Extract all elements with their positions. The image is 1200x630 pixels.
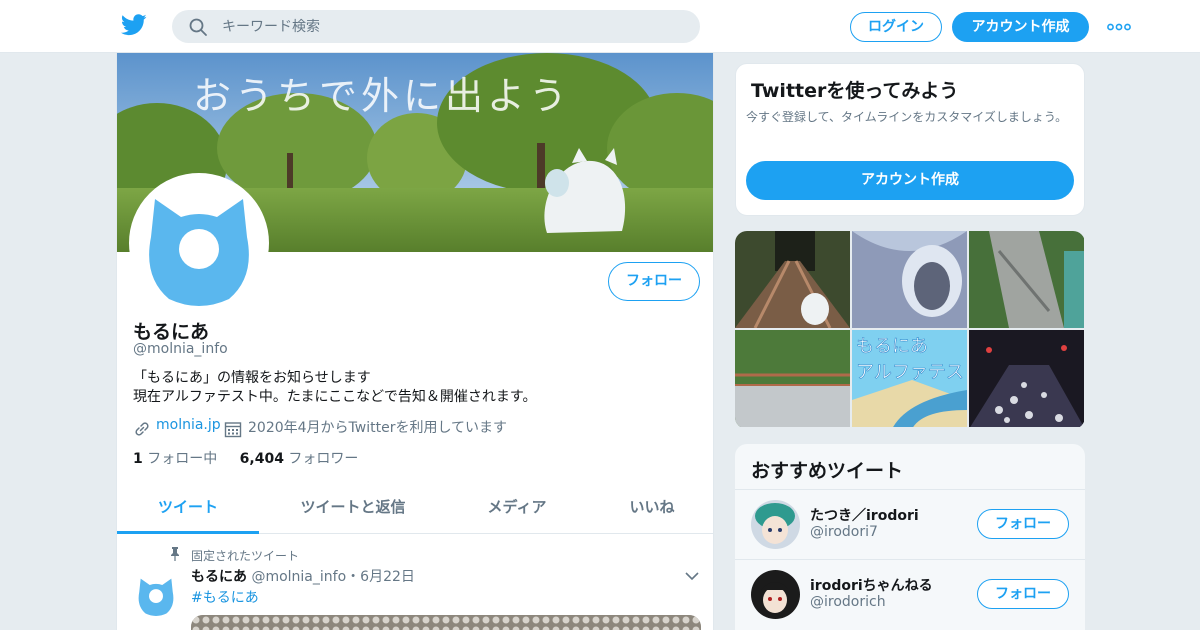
tab-media[interactable]: メディア	[467, 486, 567, 534]
media-image-night-road	[969, 330, 1084, 427]
media-image-railway	[735, 231, 850, 328]
following-link[interactable]: 1 フォロー中	[133, 451, 217, 467]
signup-card-button[interactable]: アカウント作成	[746, 161, 1074, 200]
calendar-icon	[224, 422, 242, 438]
media-image-tunnel	[852, 231, 967, 328]
tab-tweets-and-replies[interactable]: ツイートと返信	[279, 486, 427, 534]
followers-link[interactable]: 6,404 フォロワー	[240, 451, 359, 467]
recommended-name[interactable]: たつき／irodori	[810, 505, 919, 525]
signup-card: Twitterを使ってみよう 今すぐ登録して、タイムラインをカスタマイズしましょ…	[735, 63, 1085, 216]
mascot-avatar-icon	[149, 199, 249, 306]
signup-card-title: Twitterを使ってみよう	[751, 80, 959, 102]
tweet-separator: ・	[346, 569, 361, 585]
recommended-handle[interactable]: @irodori7	[810, 524, 878, 540]
pin-icon	[171, 547, 179, 561]
recommended-name[interactable]: irodoriちゃんねる	[810, 575, 933, 595]
tweet-handle[interactable]: @molnia_info	[251, 569, 346, 585]
tab-likes[interactable]: いいね	[607, 486, 697, 534]
tweet-media-image	[191, 615, 701, 630]
mascot-avatar-icon	[138, 578, 174, 616]
followers-count: 6,404	[239, 451, 284, 467]
tweet-media[interactable]	[191, 615, 701, 630]
signup-card-description: 今すぐ登録して、タイムラインをカスタマイズしましょう。	[746, 110, 1068, 124]
following-label: フォロー中	[147, 451, 218, 467]
avatar[interactable]	[751, 570, 800, 619]
tweet-date[interactable]: 6月22日	[360, 569, 415, 585]
pinned-label: 固定されたツイート	[191, 549, 300, 563]
profile-column: おうちで外に出よう フォロー もるにあ @molnia_info 「もるにあ」の…	[116, 53, 714, 630]
character-avatar-icon	[751, 500, 800, 549]
recommended-handle[interactable]: @irodorich	[810, 594, 886, 610]
follow-button[interactable]: フォロー	[977, 509, 1069, 539]
media-thumbnail[interactable]	[735, 231, 850, 328]
media-thumbnail[interactable]	[852, 231, 967, 328]
top-navigation-bar: ログイン アカウント作成	[0, 0, 1200, 53]
tweet-author[interactable]: もるにあ	[191, 569, 247, 585]
media-thumbnail[interactable]	[735, 330, 850, 427]
media-grid: もるにあ アルファテス	[735, 231, 1085, 429]
follow-button[interactable]: フォロー	[608, 262, 700, 301]
media-overlay-line2: アルファテス	[856, 362, 964, 383]
follow-button[interactable]: フォロー	[977, 579, 1069, 609]
following-count: 1	[133, 451, 143, 467]
media-overlay-line1: もるにあ	[856, 336, 928, 357]
profile-bio: 「もるにあ」の情報をお知らせします 現在アルファテスト中。たまにここなどで告知＆…	[133, 370, 537, 405]
profile-website-link[interactable]: molnia.jp	[156, 417, 221, 433]
profile-joined-date: 2020年4月からTwitterを利用しています	[248, 420, 508, 436]
pinned-tweet[interactable]: 固定されたツイート もるにあ @molnia_info・6月22日 #もるにあ	[117, 535, 713, 630]
character-avatar-icon	[751, 570, 800, 619]
search-bar[interactable]	[172, 10, 700, 43]
tweet-header: もるにあ @molnia_info・6月22日	[191, 566, 415, 586]
media-thumbnail[interactable]: もるにあ アルファテス	[852, 330, 967, 427]
recommended-account[interactable]: irodoriちゃんねる @irodorich フォロー	[735, 559, 1085, 629]
signup-button[interactable]: アカウント作成	[952, 12, 1089, 42]
twitter-bird-icon[interactable]	[121, 14, 147, 36]
recommended-title: おすすめツイート	[751, 460, 904, 482]
recommended-tweets: おすすめツイート たつき／irodori @irodori7 フォロー irod…	[735, 444, 1085, 630]
more-dots-icon[interactable]	[1107, 23, 1131, 31]
tweet-avatar[interactable]	[133, 571, 179, 617]
search-icon	[189, 18, 207, 36]
profile-name: もるにあ	[133, 321, 210, 343]
login-button[interactable]: ログイン	[850, 12, 942, 42]
profile-handle[interactable]: @molnia_info	[133, 341, 228, 357]
avatar[interactable]	[751, 500, 800, 549]
link-icon	[135, 422, 149, 436]
tweet-hashtag[interactable]: #もるにあ	[191, 587, 259, 607]
profile-tabs: ツイート ツイートと返信 メディア いいね	[117, 486, 713, 534]
search-input[interactable]	[222, 10, 682, 43]
followers-label: フォロワー	[288, 451, 359, 467]
media-image-bridge	[735, 330, 850, 427]
media-thumbnail[interactable]	[969, 231, 1084, 328]
profile-counts: 1 フォロー中 6,404 フォロワー	[133, 448, 358, 468]
banner-text: おうちで外に出よう	[193, 74, 572, 118]
chevron-down-icon[interactable]	[685, 571, 699, 581]
media-image-dam	[969, 231, 1084, 328]
tab-tweets[interactable]: ツイート	[117, 486, 259, 534]
profile-avatar[interactable]	[129, 173, 269, 313]
media-image-alpha-test: もるにあ アルファテス	[852, 330, 967, 427]
recommended-account[interactable]: たつき／irodori @irodori7 フォロー	[735, 489, 1085, 559]
media-thumbnail[interactable]	[969, 330, 1084, 427]
